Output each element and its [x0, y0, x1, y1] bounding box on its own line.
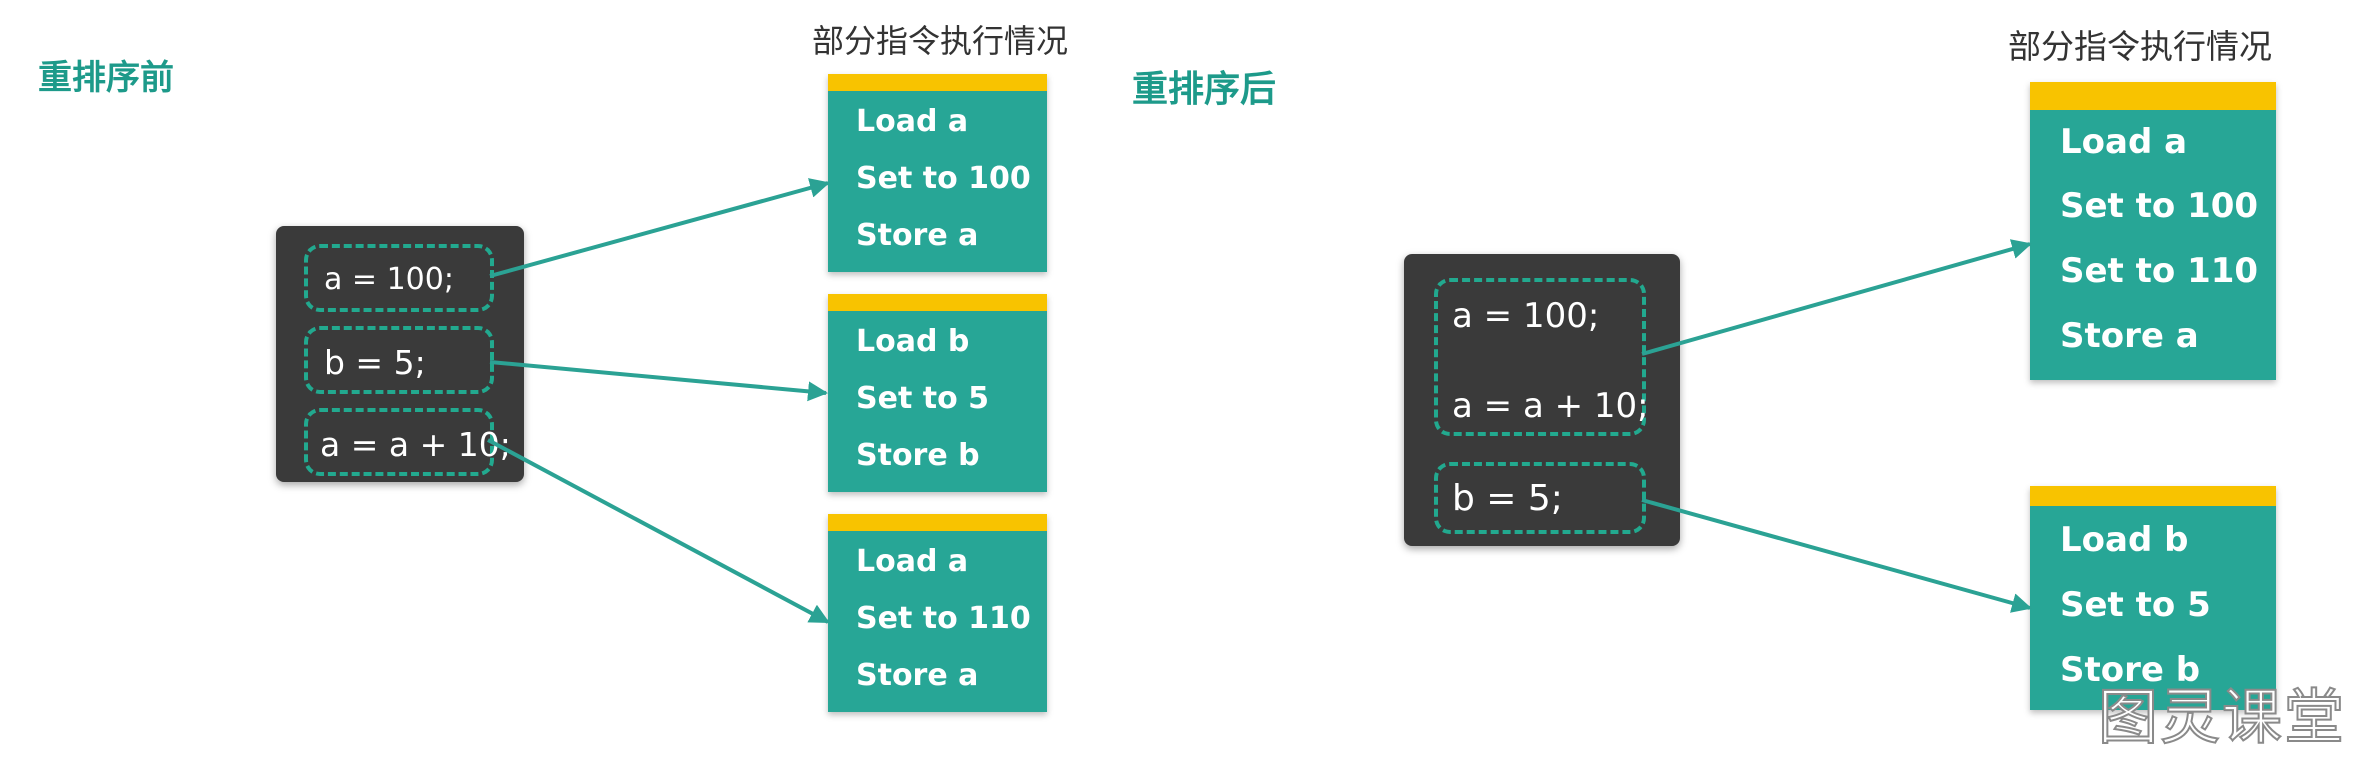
arrow-layer — [487, 178, 2032, 624]
arrow — [489, 360, 828, 402]
arrow — [489, 178, 830, 278]
arrow — [487, 438, 830, 624]
arrow — [1641, 498, 2032, 613]
watermark: 图灵课堂 — [2097, 683, 2346, 753]
arrow — [1641, 239, 2032, 356]
